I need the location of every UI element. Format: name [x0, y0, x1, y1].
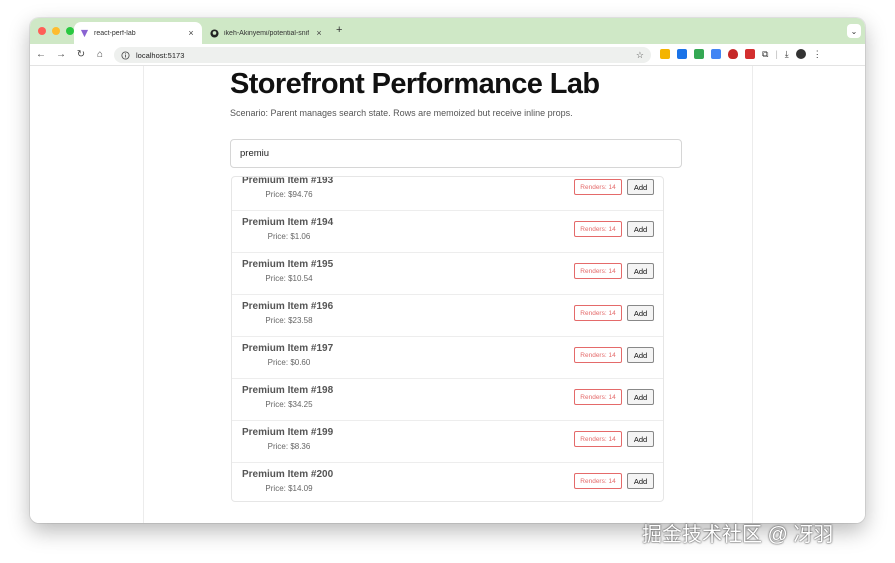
- home-icon[interactable]: ⌂: [93, 48, 107, 62]
- list-item: Premium Item #198 Price: $34.25 Renders:…: [232, 379, 663, 421]
- bookmark-star-icon[interactable]: ☆: [636, 50, 644, 61]
- add-button[interactable]: Add: [627, 473, 654, 489]
- extensions-row: ⧉ | ⤓ ⋮: [660, 49, 822, 59]
- tab-strip: react-perf-lab × ikeh-Akinyemi/potential…: [30, 18, 865, 44]
- item-price: Price: $10.54: [265, 274, 313, 283]
- item-price: Price: $94.76: [265, 190, 313, 199]
- url-text: localhost:5173: [136, 50, 185, 60]
- layout-guide-left: [143, 66, 144, 523]
- toolbar-divider: |: [775, 49, 778, 59]
- list-item: Premium Item #199 Price: $8.36 Renders: …: [232, 421, 663, 463]
- tab-github[interactable]: ikeh-Akinyemi/potential-snif ×: [204, 22, 330, 44]
- translate-extension-icon[interactable]: [677, 49, 687, 59]
- blue-extension-icon[interactable]: [711, 49, 721, 59]
- item-name: Premium Item #194: [242, 217, 334, 228]
- add-button[interactable]: Add: [627, 179, 654, 195]
- tab-label: react-perf-lab: [94, 29, 136, 37]
- render-count-badge: Renders: 14: [574, 431, 622, 447]
- reload-icon[interactable]: ↻: [74, 48, 88, 62]
- add-button[interactable]: Add: [627, 263, 654, 279]
- add-button[interactable]: Add: [627, 389, 654, 405]
- list-item: Premium Item #200 Price: $14.09 Renders:…: [232, 463, 663, 501]
- maximize-window-button[interactable]: [66, 27, 74, 35]
- screenshot-stage: react-perf-lab × ikeh-Akinyemi/potential…: [0, 0, 895, 563]
- tab-react-perf-lab[interactable]: react-perf-lab ×: [74, 22, 202, 44]
- list-item: Premium Item #195 Price: $10.54 Renders:…: [232, 253, 663, 295]
- metamask-extension-icon[interactable]: [660, 49, 670, 59]
- item-price: Price: $0.60: [267, 358, 311, 367]
- render-count-badge: Renders: 14: [574, 473, 622, 489]
- back-arrow-icon[interactable]: ←: [34, 48, 48, 62]
- item-price: Price: $23.58: [265, 316, 313, 325]
- add-button[interactable]: Add: [627, 221, 654, 237]
- close-window-button[interactable]: [38, 27, 46, 35]
- item-name: Premium Item #200: [242, 469, 334, 480]
- window-controls: [38, 27, 74, 35]
- item-price: Price: $8.36: [267, 442, 311, 451]
- list-item: Premium Item #193 Price: $94.76 Renders:…: [232, 176, 663, 211]
- tab-close-icon[interactable]: ×: [186, 28, 196, 38]
- item-price: Price: $1.06: [267, 232, 311, 241]
- tab-search-chevron-icon[interactable]: ⌄: [847, 24, 861, 38]
- tab-close-icon[interactable]: ×: [314, 28, 324, 38]
- new-tab-button[interactable]: +: [336, 24, 342, 36]
- add-button[interactable]: Add: [627, 431, 654, 447]
- add-button[interactable]: Add: [627, 305, 654, 321]
- page-title: Storefront Performance Lab: [230, 68, 600, 100]
- green-extension-icon[interactable]: [694, 49, 704, 59]
- tab-label: ikeh-Akinyemi/potential-snif: [224, 29, 309, 37]
- download-icon[interactable]: ⤓: [785, 49, 789, 59]
- item-name: Premium Item #198: [242, 385, 334, 396]
- layout-guide-right: [752, 66, 753, 523]
- github-icon: [210, 28, 219, 38]
- red-extension-icon[interactable]: [745, 49, 755, 59]
- render-count-badge: Renders: 14: [574, 221, 622, 237]
- kebab-menu-icon[interactable]: ⋮: [813, 49, 822, 59]
- page-viewport: Storefront Performance Lab Scenario: Par…: [30, 66, 865, 523]
- watermark-text: 掘金技术社区 @ 冴羽: [642, 524, 834, 546]
- item-name: Premium Item #196: [242, 301, 334, 312]
- list-item: Premium Item #194 Price: $1.06 Renders: …: [232, 211, 663, 253]
- react-vite-icon: [80, 29, 89, 37]
- list-item: Premium Item #197 Price: $0.60 Renders: …: [232, 337, 663, 379]
- shield-extension-icon[interactable]: [728, 49, 738, 59]
- list-item: Premium Item #196 Price: $23.58 Renders:…: [232, 295, 663, 337]
- render-count-badge: Renders: 14: [574, 179, 622, 195]
- render-count-badge: Renders: 14: [574, 347, 622, 363]
- address-bar[interactable]: localhost:5173 ☆: [114, 47, 651, 63]
- item-price: Price: $34.25: [265, 400, 313, 409]
- item-name: Premium Item #195: [242, 259, 334, 270]
- item-name: Premium Item #193: [242, 176, 334, 186]
- minimize-window-button[interactable]: [52, 27, 60, 35]
- item-name: Premium Item #199: [242, 427, 334, 438]
- browser-window: react-perf-lab × ikeh-Akinyemi/potential…: [30, 18, 865, 523]
- item-price: Price: $14.09: [265, 484, 313, 493]
- item-name: Premium Item #197: [242, 343, 334, 354]
- profile-avatar-icon[interactable]: [795, 49, 806, 59]
- browser-toolbar: ← → ↻ ⌂ localhost:5173 ☆ ⧉ | ⤓ ⋮: [30, 44, 865, 66]
- render-count-badge: Renders: 14: [574, 389, 622, 405]
- puzzle-extensions-icon[interactable]: ⧉: [762, 49, 768, 59]
- product-list: Premium Item #193 Price: $94.76 Renders:…: [231, 176, 664, 502]
- page-subtitle: Scenario: Parent manages search state. R…: [230, 108, 573, 118]
- search-input[interactable]: [230, 139, 682, 168]
- site-info-icon[interactable]: [121, 50, 130, 60]
- render-count-badge: Renders: 14: [574, 263, 622, 279]
- add-button[interactable]: Add: [627, 347, 654, 363]
- forward-arrow-icon[interactable]: →: [54, 48, 68, 62]
- render-count-badge: Renders: 14: [574, 305, 622, 321]
